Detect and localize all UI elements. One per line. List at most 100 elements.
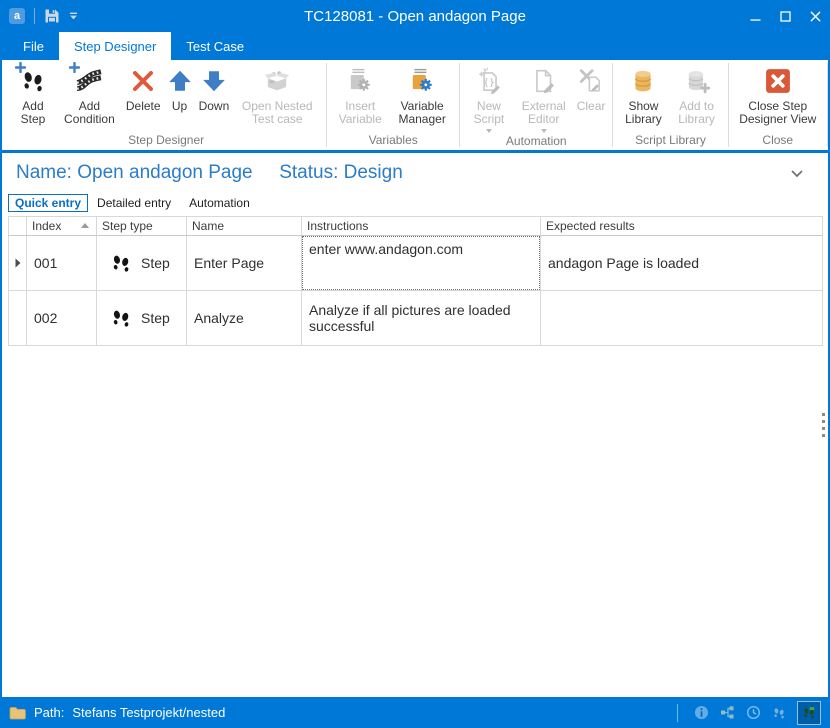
history-icon[interactable] [746, 705, 761, 720]
add-to-library-button: Add to Library [670, 63, 724, 127]
status-value: Design [344, 162, 403, 183]
row-selector[interactable] [9, 291, 27, 346]
tab-detailed-entry[interactable]: Detailed entry [88, 194, 180, 212]
minimize-button[interactable] [740, 0, 770, 32]
new-script-dropdown-icon [486, 129, 492, 133]
hierarchy-icon[interactable] [720, 705, 735, 720]
group-label-automation: Automation [460, 134, 612, 150]
open-nested-testcase-icon [263, 64, 291, 98]
tab-automation[interactable]: Automation [180, 194, 259, 212]
up-button[interactable]: Up [164, 63, 196, 114]
path-value: Stefans Testprojekt/nested [72, 705, 225, 720]
cell-expected-results[interactable]: andagon Page is loaded [541, 236, 823, 291]
test-case-header: Name: Open andagon Page Status: Design [2, 153, 828, 184]
ribbon-tab-strip: File Step Designer Test Case [0, 32, 830, 60]
variable-manager-button[interactable]: Variable Manager [389, 63, 455, 127]
tab-test-case[interactable]: Test Case [171, 32, 259, 60]
info-icon[interactable] [694, 705, 709, 720]
new-script-icon [476, 64, 502, 98]
cell-instructions[interactable]: Analyze if all pictures are loaded succe… [302, 291, 541, 346]
cell-name[interactable]: Enter Page [187, 236, 302, 291]
ribbon-group-separator [827, 63, 828, 147]
close-view-icon [765, 64, 791, 98]
variable-manager-icon [409, 64, 435, 98]
tab-quick-entry[interactable]: Quick entry [8, 194, 88, 212]
insert-variable-button: Insert Variable [331, 63, 389, 127]
qat-separator [34, 8, 35, 24]
clear-label: Clear [577, 100, 606, 113]
down-label: Down [199, 100, 230, 113]
splitter-grip-icon[interactable] [822, 413, 825, 437]
add-to-library-label: Add to Library [673, 100, 721, 126]
down-button[interactable]: Down [196, 63, 233, 114]
ribbon-group-automation: New Script External Editor [460, 60, 612, 150]
new-script-label: New Script [467, 100, 511, 126]
qat-dropdown-icon[interactable] [69, 12, 78, 21]
app-icon[interactable]: a [9, 8, 25, 24]
footprints-status-icon[interactable] [772, 706, 786, 720]
ribbon-group-close: Close Step Designer View Close [729, 60, 827, 150]
row-selector[interactable] [9, 236, 27, 291]
delete-label: Delete [126, 100, 161, 113]
column-header-name[interactable]: Name [187, 217, 302, 236]
collapse-chevron-icon[interactable] [790, 165, 804, 183]
group-label-script-library: Script Library [613, 133, 727, 150]
show-library-label: Show Library [620, 100, 666, 126]
variable-manager-label: Variable Manager [392, 100, 452, 126]
delete-button[interactable]: Delete [123, 63, 164, 114]
cell-instructions[interactable]: enter www.andagon.com [302, 236, 541, 291]
ribbon-group-variables: Insert Variable Variable Manager [327, 60, 459, 150]
cell-index[interactable]: 002 [27, 291, 97, 346]
delete-icon [131, 64, 155, 98]
window-controls [740, 0, 830, 32]
steps-table: Index Step type Name Instructions Expect… [8, 216, 823, 346]
step-designer-content: Name: Open andagon Page Status: Design Q… [0, 153, 830, 697]
window-title: TC128081 - Open andagon Page [0, 8, 830, 25]
insert-variable-label: Insert Variable [334, 100, 386, 126]
show-library-button[interactable]: Show Library [617, 63, 669, 127]
cell-index[interactable]: 001 [27, 236, 97, 291]
add-to-library-icon [684, 64, 710, 98]
add-step-label: Add Step [13, 100, 53, 126]
app-window: TC128081 - Open andagon Page a [0, 0, 830, 728]
steps-table-header-row: Index Step type Name Instructions Expect… [9, 217, 823, 236]
column-header-expected-results[interactable]: Expected results [541, 217, 823, 236]
table-row: 001 Step Enter Page enter www.andagon.co… [9, 236, 823, 291]
save-icon[interactable] [44, 8, 60, 24]
focused-cell-editor[interactable]: enter www.andagon.com [302, 236, 540, 290]
entry-tab-strip: Quick entry Detailed entry Automation [8, 193, 828, 213]
column-header-step-type[interactable]: Step type [97, 217, 187, 236]
external-editor-dropdown-icon [541, 129, 547, 133]
cell-expected-results[interactable] [541, 291, 823, 346]
new-script-button: New Script [464, 63, 514, 134]
external-editor-label: External Editor [517, 100, 571, 126]
statusbar-separator [677, 704, 678, 722]
group-label-close: Close [729, 133, 827, 150]
quick-access-toolbar: a [0, 8, 78, 24]
insert-variable-icon [347, 64, 373, 98]
status-bar: Path: Stefans Testprojekt/nested [0, 697, 830, 728]
ribbon-group-step-designer: Add Step Add Condition [6, 60, 326, 150]
down-icon [201, 64, 227, 98]
cell-name[interactable]: Analyze [187, 291, 302, 346]
tab-file[interactable]: File [8, 32, 59, 60]
column-header-index[interactable]: Index [27, 217, 97, 236]
maximize-button[interactable] [770, 0, 800, 32]
close-step-designer-view-button[interactable]: Close Step Designer View [733, 63, 823, 127]
column-header-instructions[interactable]: Instructions [302, 217, 541, 236]
external-editor-button: External Editor [514, 63, 574, 134]
title-bar: TC128081 - Open andagon Page a [0, 0, 830, 32]
clear-button: Clear [574, 63, 609, 114]
add-condition-button[interactable]: Add Condition [56, 63, 123, 127]
table-row: 002 Step Analyze Analyze if all pictures… [9, 291, 823, 346]
close-step-designer-view-label: Close Step Designer View [736, 100, 820, 126]
add-step-button[interactable]: Add Step [10, 63, 56, 127]
close-button[interactable] [800, 0, 830, 32]
name-value: Open andagon Page [77, 162, 252, 183]
tab-step-designer[interactable]: Step Designer [59, 32, 171, 60]
open-nested-testcase-label: Open Nested Test case [235, 100, 319, 126]
step-designer-view-icon[interactable] [797, 701, 821, 725]
cell-step-type[interactable]: Step [97, 291, 187, 346]
cell-step-type[interactable]: Step [97, 236, 187, 291]
external-editor-icon [531, 64, 557, 98]
